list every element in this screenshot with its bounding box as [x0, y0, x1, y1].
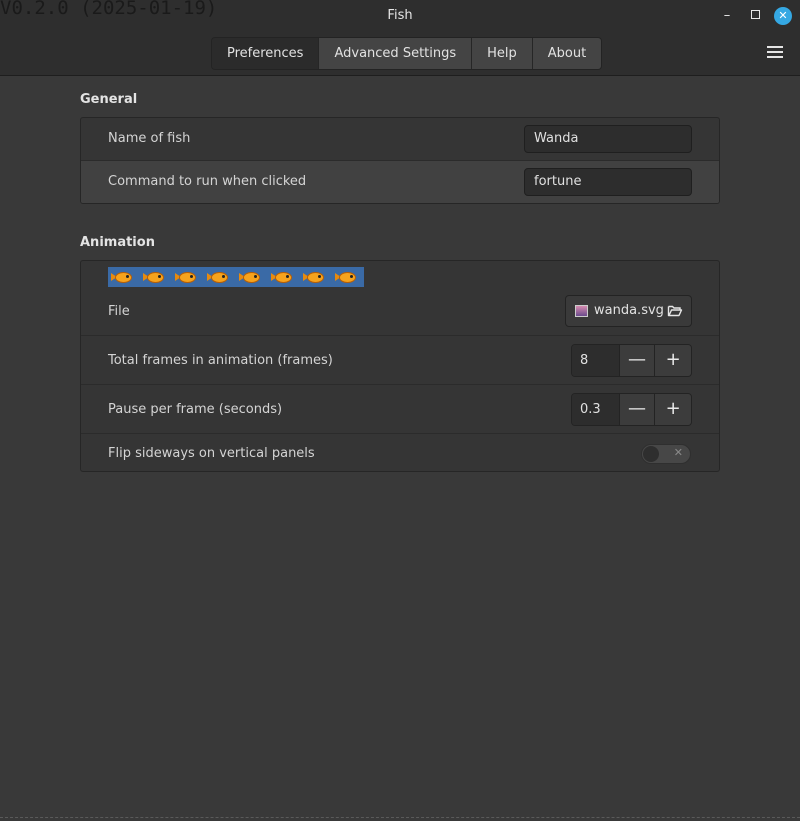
flip-row: Flip sideways on vertical panels ✕ — [81, 434, 719, 471]
tab-help[interactable]: Help — [472, 38, 533, 69]
titlebar: V0.2.0 (2025-01-19) Fish – ✕ Preferences… — [0, 0, 800, 76]
pause-value[interactable]: 0.3 — [572, 394, 620, 425]
frames-increment-button[interactable]: + — [655, 345, 691, 376]
tab-about[interactable]: About — [532, 38, 602, 69]
animation-section-title: Animation — [80, 235, 155, 250]
command-row: Command to run when clicked fortune — [81, 161, 719, 203]
file-label: File — [108, 304, 130, 319]
flip-label: Flip sideways on vertical panels — [108, 446, 315, 461]
frames-spinbutton: 8 — + — [571, 344, 692, 377]
minimize-button[interactable]: – — [718, 7, 736, 25]
fish-name-input[interactable]: Wanda — [524, 125, 692, 153]
general-section-title: General — [80, 92, 138, 107]
tab-advanced-settings[interactable]: Advanced Settings — [319, 38, 473, 69]
maximize-icon — [750, 10, 760, 19]
image-file-icon — [575, 305, 588, 317]
frames-decrement-button[interactable]: — — [619, 345, 656, 376]
flip-toggle-switch[interactable]: ✕ — [641, 444, 691, 464]
window-title: Fish — [387, 8, 413, 23]
folder-open-icon — [667, 305, 683, 317]
maximize-button[interactable] — [746, 7, 764, 25]
pause-spinbutton: 0.3 — + — [571, 393, 692, 426]
frames-value[interactable]: 8 — [572, 345, 620, 376]
file-name: wanda.svg — [594, 303, 664, 318]
close-button[interactable]: ✕ — [774, 7, 792, 25]
name-row: Name of fish Wanda — [81, 118, 719, 161]
animation-preview — [108, 267, 364, 287]
command-label: Command to run when clicked — [108, 174, 307, 189]
command-input[interactable]: fortune — [524, 168, 692, 196]
file-row: File wanda.svg — [81, 261, 719, 336]
fish-frame-icon — [111, 270, 137, 285]
fish-frame-icon — [303, 270, 329, 285]
fish-frame-icon — [239, 270, 265, 285]
animation-card: File wanda.svg Total frames in animation… — [80, 260, 720, 472]
pause-row: Pause per frame (seconds) 0.3 — + — [81, 385, 719, 434]
pause-decrement-button[interactable]: — — [619, 394, 656, 425]
toggle-off-icon: ✕ — [673, 446, 683, 459]
frames-label: Total frames in animation (frames) — [108, 353, 333, 368]
toggle-knob — [643, 446, 659, 462]
pause-increment-button[interactable]: + — [655, 394, 691, 425]
fish-frame-icon — [271, 270, 297, 285]
general-card: Name of fish Wanda Command to run when c… — [80, 117, 720, 204]
fish-frame-icon — [207, 270, 233, 285]
tab-preferences[interactable]: Preferences — [212, 38, 320, 69]
fish-frame-icon — [335, 270, 361, 285]
pause-label: Pause per frame (seconds) — [108, 402, 283, 417]
tab-bar: Preferences Advanced Settings Help About — [211, 37, 603, 70]
hamburger-menu-icon[interactable] — [767, 46, 783, 60]
fish-frame-icon — [175, 270, 201, 285]
frames-row: Total frames in animation (frames) 8 — + — [81, 336, 719, 385]
window-bottom-edge — [0, 817, 800, 818]
fish-frame-icon — [143, 270, 169, 285]
name-label: Name of fish — [108, 131, 191, 146]
file-chooser-button[interactable]: wanda.svg — [565, 295, 692, 327]
